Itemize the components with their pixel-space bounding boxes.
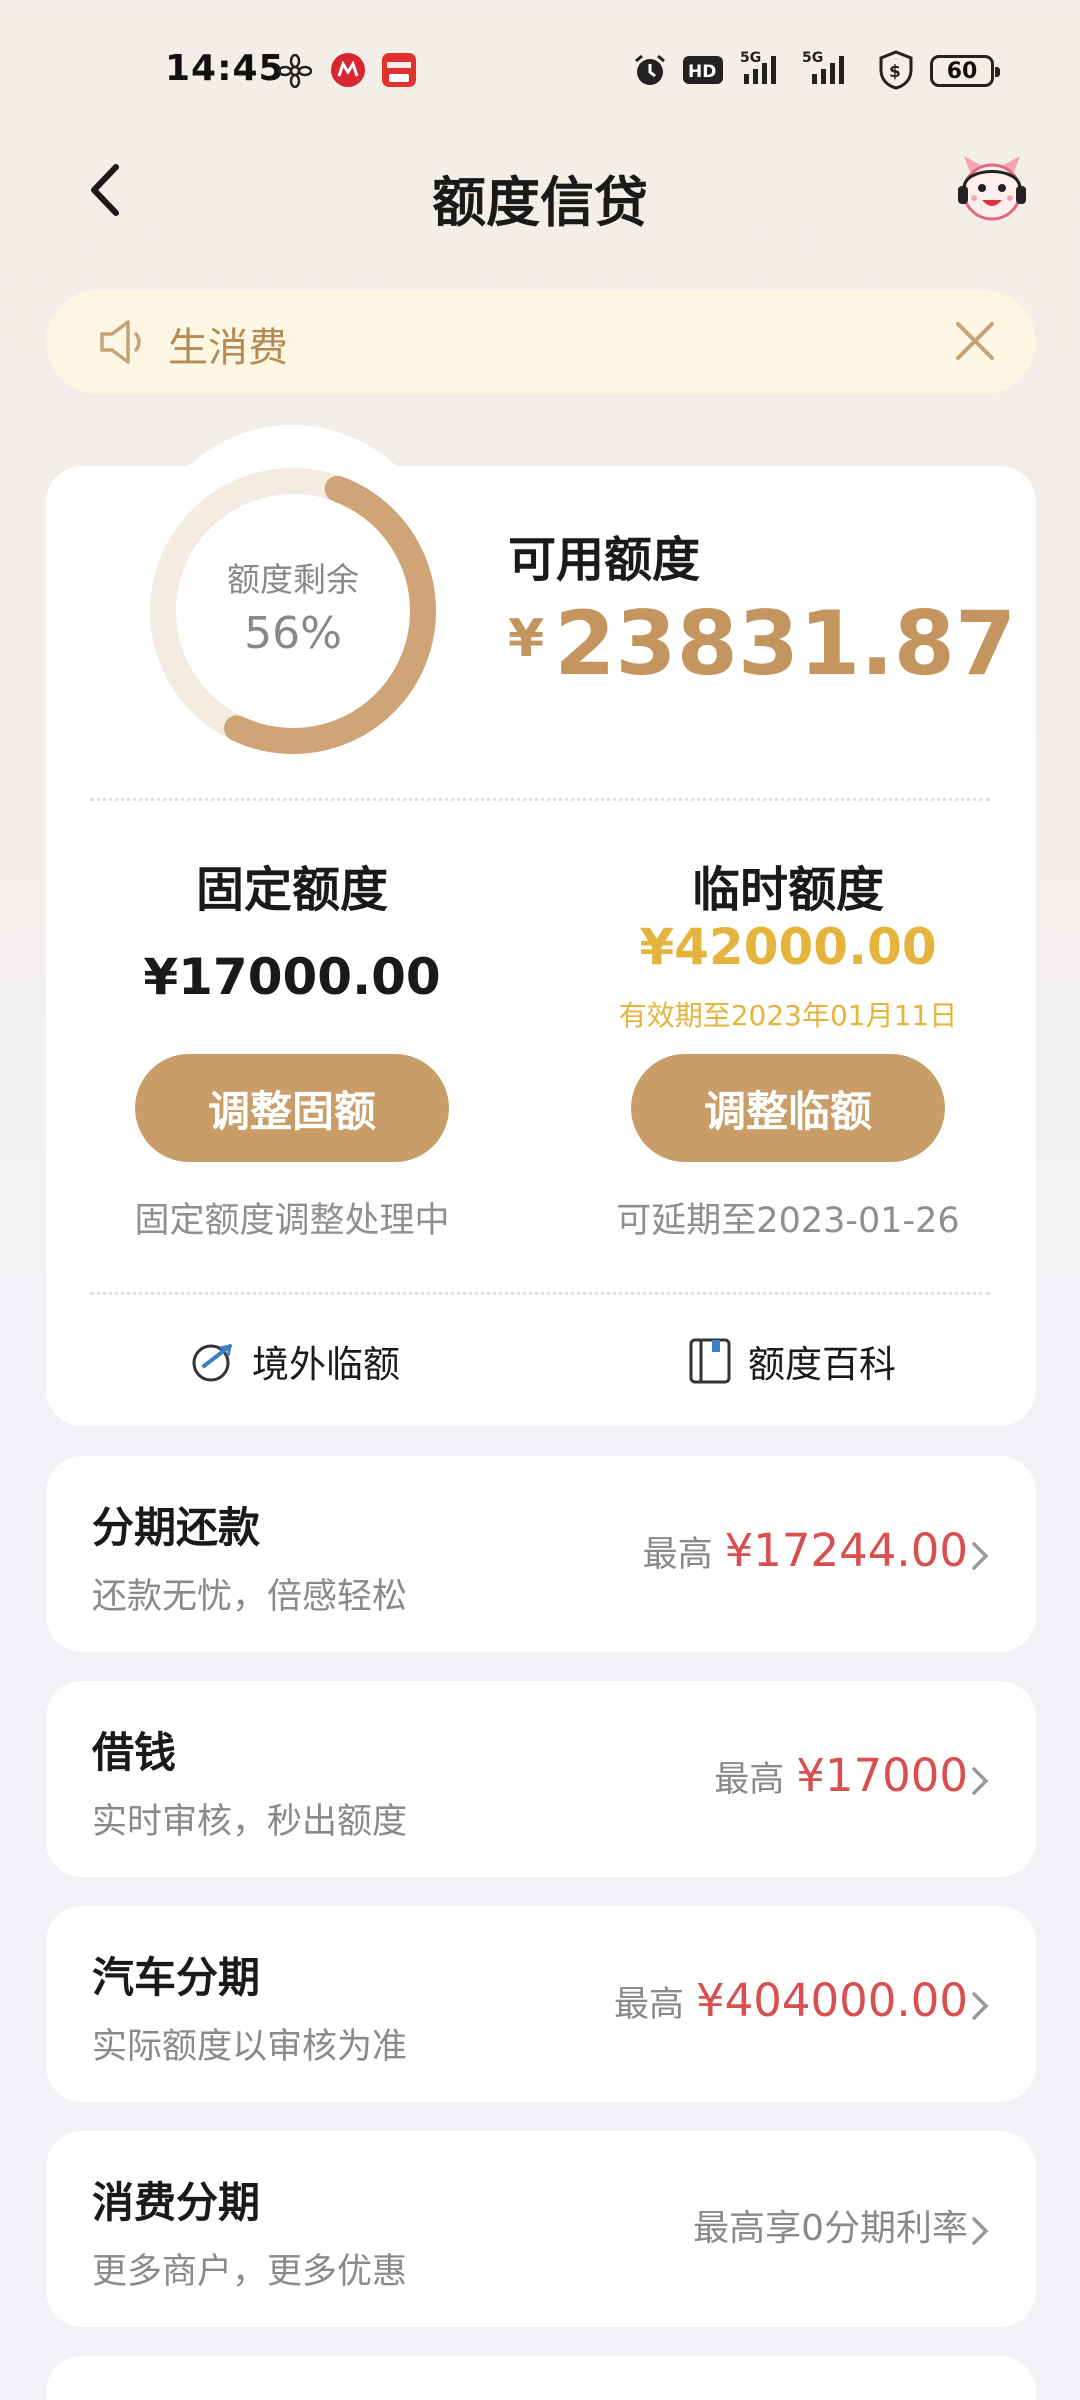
temp-limit-expiry: 有效期至2023年01月11日	[618, 999, 958, 1032]
5g-signal-icon: 5G	[802, 50, 844, 84]
ring-label: 额度剩余	[227, 560, 359, 599]
svg-text:5G: 5G	[802, 50, 823, 66]
notice-text: 生消费	[168, 325, 288, 371]
amount-prefix: 最高	[714, 1760, 785, 1800]
amount-value: ¥17000	[796, 1749, 968, 1802]
amount-prefix: 最高	[642, 1535, 713, 1575]
unionpay-app-icon	[382, 53, 416, 87]
available-amount-value: 23831.87	[554, 592, 1017, 695]
close-icon[interactable]	[952, 318, 998, 364]
svg-text:5G: 5G	[740, 50, 761, 66]
chevron-right-icon	[972, 1542, 989, 1570]
amount-value: ¥404000.00	[696, 1974, 968, 2027]
speaker-icon	[100, 320, 141, 364]
customer-service-mascot-icon[interactable]	[952, 150, 1032, 230]
adjust-temp-limit-button[interactable]: 调整临额	[631, 1054, 945, 1162]
notice-banner[interactable]: 生消费	[46, 290, 1036, 394]
list-item-amount: 最高 ¥17244.00	[643, 1524, 968, 1577]
list-item-title: 汽车分期	[92, 1953, 261, 2002]
shield-dollar-icon: $	[879, 50, 913, 90]
list-item[interactable]: 分期还款 还款无忧，倍感轻松 最高 ¥17244.00	[46, 1456, 1036, 1652]
ring-percent: 56%	[244, 608, 342, 659]
temp-limit-note: 可延期至2023-01-26	[616, 1201, 960, 1241]
list-item-amount: 最高 ¥404000.00	[614, 1974, 968, 2027]
divider	[90, 798, 990, 801]
wiki-link-label: 额度百科	[748, 1343, 896, 1386]
currency-symbol: ¥	[508, 609, 545, 669]
alarm-icon	[635, 54, 665, 85]
chevron-right-icon	[972, 1992, 989, 2020]
list-item-title: 消费分期	[92, 2178, 261, 2227]
limit-wiki-link[interactable]: 额度百科	[688, 1334, 896, 1388]
amount-prefix: 最高	[614, 1985, 685, 2025]
hd-icon: HD	[683, 56, 723, 84]
list-item-subtitle: 实际额度以审核为准	[92, 2027, 408, 2067]
list-item[interactable]: 借钱 实时审核，秒出额度 最高 ¥17000	[46, 1681, 1036, 1877]
fixed-limit-title: 固定额度	[195, 862, 388, 918]
temp-limit-amount: ¥42000.00	[639, 918, 937, 976]
cmb-app-icon	[331, 53, 365, 87]
book-icon	[689, 1338, 731, 1384]
list-item[interactable]: 汽车分期 实际额度以审核为准 最高 ¥404000.00	[46, 1906, 1036, 2102]
adjust-fixed-limit-button[interactable]: 调整固额	[135, 1054, 449, 1162]
chevron-right-icon	[972, 2217, 989, 2245]
fixed-limit-amount: ¥17000.00	[143, 948, 441, 1006]
list-item-subtitle: 更多商户，更多优惠	[92, 2252, 408, 2292]
list-item-amount: 最高享0分期利率	[681, 2199, 968, 2251]
divider	[90, 1292, 990, 1295]
list-item-title: 分期还款	[92, 1503, 261, 1552]
page-title: 额度信贷	[432, 171, 648, 234]
list-item-subtitle: 实时审核，秒出额度	[92, 1802, 408, 1842]
svg-text:$: $	[889, 62, 901, 82]
list-item[interactable]	[46, 2356, 1036, 2400]
fixed-limit-note: 固定额度调整处理中	[134, 1201, 450, 1241]
chevron-right-icon	[972, 1767, 989, 1795]
list-item-amount: 最高 ¥17000	[714, 1749, 968, 1802]
temp-limit-title: 临时额度	[691, 862, 884, 918]
status-time: 14:45	[165, 48, 285, 89]
promo-text: 最高享0分期利率	[693, 2208, 968, 2249]
overseas-temp-limit-link[interactable]: 境外临额	[190, 1334, 400, 1388]
plane-globe-icon	[192, 1344, 232, 1382]
svg-text:HD: HD	[688, 62, 716, 82]
amount-value: ¥17244.00	[724, 1524, 968, 1577]
list-item[interactable]: 消费分期 更多商户，更多优惠 最高享0分期利率	[46, 2131, 1036, 2327]
available-limit-amount: ¥23831.87	[508, 592, 1016, 695]
available-limit-label: 可用额度	[508, 532, 701, 588]
flower-app-icon	[278, 54, 312, 88]
list-item-subtitle: 还款无忧，倍感轻松	[92, 1577, 408, 1617]
5g-signal-icon: 5G	[740, 50, 776, 84]
list-item-title: 借钱	[92, 1728, 177, 1777]
status-bar: 14:45 HD 5G 5G $ 60	[0, 0, 1080, 140]
overseas-link-label: 境外临额	[252, 1343, 400, 1386]
battery-icon: 60	[930, 55, 1000, 87]
